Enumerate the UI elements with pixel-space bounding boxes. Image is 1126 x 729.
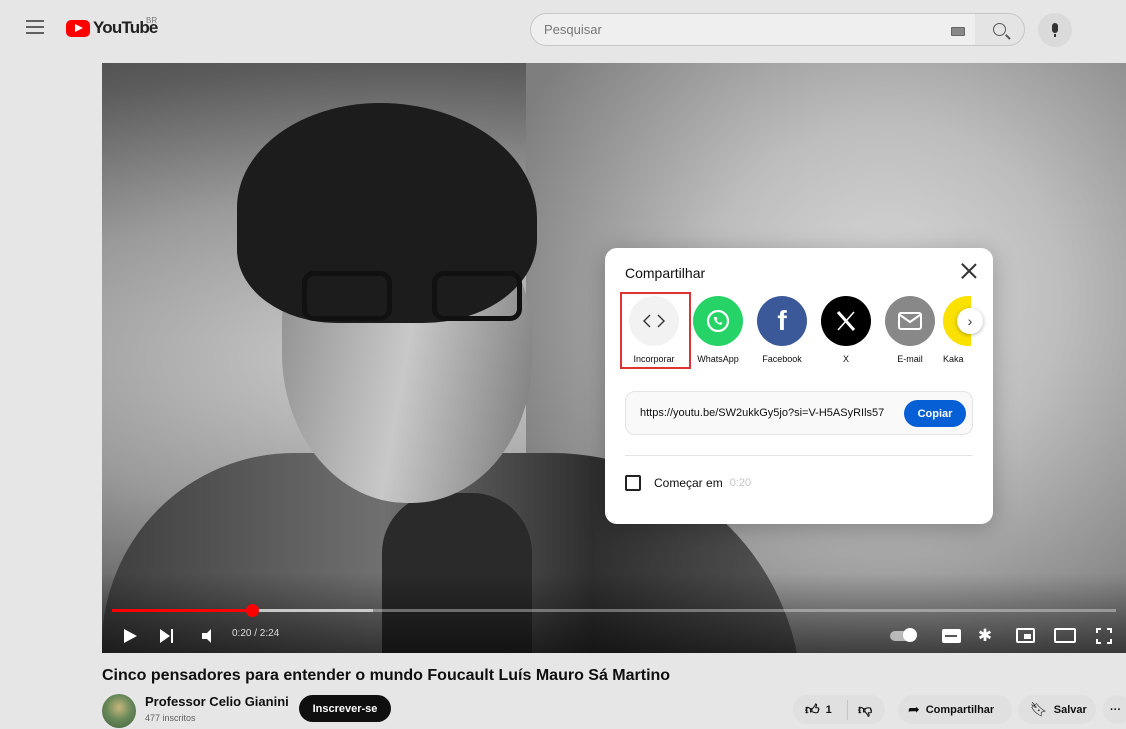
like-count: 1 bbox=[825, 703, 832, 716]
keyboard-icon[interactable] bbox=[951, 27, 965, 36]
share-target-label: Kaka bbox=[943, 354, 964, 364]
progress-played bbox=[112, 609, 252, 612]
search-button[interactable] bbox=[975, 13, 1025, 46]
scrubber-handle[interactable] bbox=[245, 604, 259, 617]
progress-bar[interactable] bbox=[112, 604, 1116, 617]
masthead: YouTube BR bbox=[0, 0, 1126, 56]
video-frame-glasses bbox=[302, 263, 542, 323]
youtube-play-icon bbox=[66, 19, 90, 37]
start-at-time: 0:20 bbox=[729, 477, 752, 489]
search-box bbox=[530, 13, 980, 46]
save-button[interactable]: 🔖︎ Salvar bbox=[1018, 695, 1096, 724]
share-target-label: Facebook bbox=[762, 354, 802, 364]
search-input[interactable] bbox=[544, 22, 924, 37]
facebook-icon: f bbox=[757, 296, 807, 346]
share-button-label: Compartilhar bbox=[925, 703, 995, 716]
theater-mode-icon[interactable] bbox=[1054, 628, 1076, 643]
more-icon: ··· bbox=[1110, 703, 1121, 716]
share-dialog: Compartilhar Incorporar WhatsApp f Faceb… bbox=[605, 248, 993, 524]
miniplayer-icon[interactable] bbox=[1016, 628, 1035, 643]
search-icon bbox=[993, 23, 1006, 36]
thumbs-up-icon: 👍︎ bbox=[805, 701, 820, 717]
avatar[interactable] bbox=[102, 694, 136, 728]
subscriber-count: 477 inscritos bbox=[145, 713, 196, 723]
x-icon bbox=[821, 296, 871, 346]
share-target-whatsapp[interactable]: WhatsApp bbox=[687, 296, 749, 364]
share-link-box: https://youtu.be/SW2ukkGy5jo?si=V-H5ASyR… bbox=[625, 391, 973, 435]
divider bbox=[625, 455, 973, 456]
start-at-row: Começar em 0:20 bbox=[625, 475, 751, 491]
more-actions-button[interactable]: ··· bbox=[1103, 695, 1126, 724]
start-at-label: Começar em bbox=[654, 476, 723, 490]
subtitles-icon[interactable] bbox=[942, 629, 961, 643]
country-code: BR bbox=[146, 16, 158, 25]
next-icon[interactable] bbox=[160, 629, 174, 643]
share-target-label: WhatsApp bbox=[697, 354, 739, 364]
voice-search-button[interactable] bbox=[1038, 13, 1072, 47]
copy-button[interactable]: Copiar bbox=[904, 400, 966, 427]
share-button[interactable]: ➦ Compartilhar bbox=[898, 695, 1012, 724]
like-dislike-group: 👍︎ 1 👎︎ bbox=[793, 695, 885, 724]
settings-gear-icon[interactable]: ✱ bbox=[977, 627, 993, 644]
share-arrow-icon: ➦ bbox=[908, 701, 920, 717]
email-icon bbox=[885, 296, 935, 346]
autoplay-toggle[interactable] bbox=[890, 628, 917, 642]
time-display: 0:20 / 2:24 bbox=[232, 628, 280, 639]
share-target-label: X bbox=[842, 354, 849, 364]
close-icon[interactable] bbox=[958, 260, 980, 282]
play-icon[interactable] bbox=[124, 629, 137, 643]
thumbs-down-icon: 👎︎ bbox=[858, 701, 873, 717]
share-target-email[interactable]: E-mail bbox=[879, 296, 941, 364]
youtube-logo[interactable]: YouTube bbox=[66, 18, 158, 38]
subscribe-button[interactable]: Inscrever-se bbox=[299, 695, 391, 722]
save-button-label: Salvar bbox=[1053, 703, 1087, 716]
chevron-right-icon[interactable]: › bbox=[957, 308, 983, 334]
bookmark-icon: 🔖︎ bbox=[1030, 701, 1048, 717]
fullscreen-icon[interactable] bbox=[1096, 628, 1112, 644]
whatsapp-icon bbox=[693, 296, 743, 346]
volume-icon[interactable] bbox=[202, 629, 218, 643]
dislike-button[interactable]: 👎︎ bbox=[848, 701, 872, 718]
video-title: Cinco pensadores para entender o mundo F… bbox=[102, 667, 671, 684]
share-target-label: E-mail bbox=[897, 354, 923, 364]
like-button[interactable]: 👍︎ 1 bbox=[793, 699, 848, 720]
microphone-icon bbox=[1052, 23, 1058, 37]
share-target-x[interactable]: X bbox=[815, 296, 877, 364]
start-at-checkbox[interactable] bbox=[625, 475, 641, 491]
menu-icon[interactable] bbox=[26, 20, 44, 34]
share-target-facebook[interactable]: f Facebook bbox=[751, 296, 813, 364]
share-dialog-title: Compartilhar bbox=[625, 265, 706, 281]
embed-highlight-box bbox=[620, 292, 691, 369]
channel-name[interactable]: Professor Celio Gianini bbox=[145, 694, 289, 709]
share-link-text[interactable]: https://youtu.be/SW2ukkGy5jo?si=V-H5ASyR… bbox=[640, 407, 884, 419]
